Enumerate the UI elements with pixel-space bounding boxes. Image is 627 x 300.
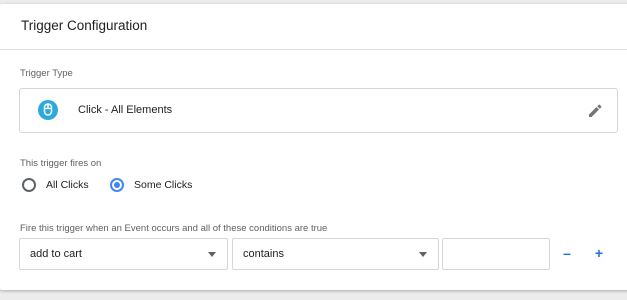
trigger-type-name: Click - All Elements	[78, 104, 173, 116]
variable-select-value: add to cart	[30, 248, 82, 260]
condition-label: Fire this trigger when an Event occurs a…	[20, 223, 328, 234]
radio-some-clicks[interactable]: Some Clicks	[110, 178, 192, 192]
trigger-type-label: Trigger Type	[20, 68, 73, 79]
radio-label: All Clicks	[46, 179, 89, 191]
remove-row-button[interactable]: –	[558, 244, 576, 262]
operator-select-value: contains	[243, 248, 284, 260]
radio-label: Some Clicks	[134, 179, 193, 191]
variable-select[interactable]: add to cart	[19, 238, 228, 270]
mouse-icon	[38, 100, 58, 120]
trigger-type-box[interactable]: Click - All Elements	[19, 88, 618, 133]
trigger-config-card: Trigger Configuration Trigger Type Click…	[0, 4, 627, 290]
radio-button[interactable]	[22, 178, 36, 192]
radio-all-clicks[interactable]: All Clicks	[22, 178, 89, 192]
fires-on-label: This trigger fires on	[20, 158, 102, 169]
dropdown-arrow-icon	[419, 252, 427, 257]
dropdown-arrow-icon	[208, 252, 216, 257]
add-row-button[interactable]: +	[590, 244, 608, 262]
title-divider	[0, 49, 627, 50]
condition-value-input[interactable]	[442, 238, 550, 270]
operator-select[interactable]: contains	[232, 238, 439, 270]
radio-button-selected[interactable]	[110, 178, 124, 192]
card-title: Trigger Configuration	[21, 18, 148, 33]
pencil-icon[interactable]	[586, 102, 604, 120]
